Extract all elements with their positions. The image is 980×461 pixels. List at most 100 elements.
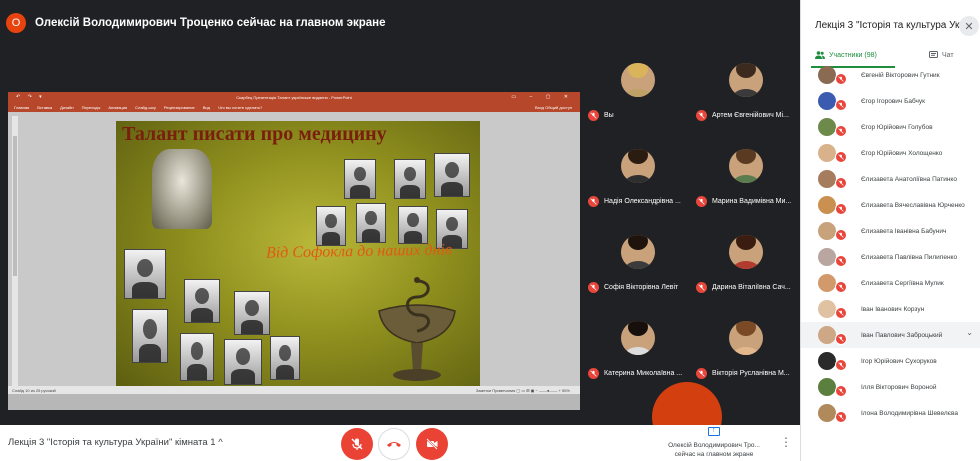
mic-toggle-button[interactable] xyxy=(341,428,373,460)
tab-participants[interactable]: Участники (98) xyxy=(815,47,877,63)
mic-off-icon xyxy=(835,99,847,111)
avatar xyxy=(818,66,836,84)
ppt-tell-me[interactable]: Что вы хотите сделать? xyxy=(218,105,262,110)
chevron-down-icon[interactable]: ⌄ xyxy=(966,328,973,337)
mic-off-icon xyxy=(696,281,707,293)
ppt-editor: Талант писати про медицину Від Софокла д… xyxy=(8,112,580,394)
meeting-stage: О Олексій Володимирович Троценко сейчас … xyxy=(0,0,800,452)
avatar xyxy=(818,92,836,110)
ppt-tab[interactable]: Анимация xyxy=(108,105,127,110)
avatar xyxy=(818,222,836,240)
meeting-details[interactable]: Лекція 3 "Історія та культура України" к… xyxy=(8,437,223,448)
avatar xyxy=(818,170,836,188)
mic-off-icon xyxy=(588,367,599,379)
participant-name: Єлизавета Павлівна Пилипенко xyxy=(861,253,958,261)
portrait-image xyxy=(394,159,426,199)
mic-off-icon xyxy=(588,281,599,293)
people-icon xyxy=(815,51,825,59)
list-item[interactable]: Ілля Вікторович Вороной xyxy=(801,374,980,400)
mic-off-icon xyxy=(835,177,847,189)
avatar xyxy=(729,235,763,269)
ppt-thumbnail-scrollbar[interactable] xyxy=(12,116,18,392)
participant-name: Вікторія Русланівна М... xyxy=(712,369,790,377)
avatar xyxy=(818,144,836,162)
more-options-icon[interactable]: ⋮ xyxy=(780,435,792,449)
ppt-status-right[interactable]: Заметки Примечания ▢ ▭ ⊞ ▣ − ——●—— + 55% xyxy=(476,388,570,393)
list-item[interactable]: Іван Іванович Корзун xyxy=(801,296,980,322)
avatar xyxy=(621,63,655,97)
mic-off-icon xyxy=(835,333,847,345)
presenter-title: Олексій Володимирович Троценко сейчас на… xyxy=(35,17,386,29)
participant-tile[interactable]: Артем Євгенійович Мі... xyxy=(696,57,796,123)
avatar xyxy=(818,404,836,422)
participant-name: Катерина Миколаївна ... xyxy=(604,369,683,377)
hangup-icon xyxy=(387,442,401,447)
list-item[interactable]: Єлизавета Павлівна Пилипенко xyxy=(801,244,980,270)
avatar xyxy=(621,235,655,269)
sophocles-bust-image xyxy=(152,149,212,229)
list-item[interactable]: Єлизавета Іванівна Бабунич xyxy=(801,218,980,244)
participant-name: Єгор Юрійович Холощенко xyxy=(861,149,943,157)
shared-screen: ↶ ↷ ▾ Скарбец Презентація Талант українс… xyxy=(8,92,580,410)
ppt-tab[interactable]: Главная xyxy=(14,105,29,110)
participant-tile[interactable]: Надія Олександрівна ... xyxy=(588,143,688,209)
list-item[interactable]: Єлизавета Вячеславівна Юрченко xyxy=(801,192,980,218)
participant-name: Артем Євгенійович Мі... xyxy=(712,111,789,119)
ppt-tab[interactable]: Рецензирование xyxy=(164,105,195,110)
ppt-window-controls[interactable]: ▭ – ▢ ✕ xyxy=(511,94,574,100)
avatar xyxy=(621,149,655,183)
list-item[interactable]: Єлизавета Анатоліївна Патинко xyxy=(801,166,980,192)
participant-tile[interactable]: Марина Вадимівна Ми... xyxy=(696,143,796,209)
participant-tile[interactable]: Вікторія Русланівна М... xyxy=(696,315,796,381)
participant-name: Євгеній Вікторович Гутник xyxy=(861,71,940,79)
portrait-image xyxy=(132,309,168,363)
ppt-tab[interactable]: Переходы xyxy=(82,105,101,110)
participant-tile[interactable]: Дарина Віталіївна Сач... xyxy=(696,229,796,295)
list-item[interactable]: Єгор Ігорович Бабчук xyxy=(801,88,980,114)
list-item[interactable]: Євгеній Вікторович Гутник xyxy=(801,62,980,88)
tab-chat[interactable]: Чат xyxy=(929,47,954,63)
ppt-tab[interactable]: Дизайн xyxy=(60,105,73,110)
camera-off-icon xyxy=(426,438,438,450)
ppt-tab[interactable]: Вид xyxy=(203,105,210,110)
participant-name: Єгор Юрійович Голубов xyxy=(861,123,933,131)
mic-off-icon xyxy=(835,385,847,397)
ppt-tab[interactable]: Слайд-шоу xyxy=(135,105,156,110)
portrait-image xyxy=(316,206,346,246)
ppt-ribbon: Главная Вставка Дизайн Переходы Анимация… xyxy=(8,103,580,112)
ppt-tab[interactable]: Вставка xyxy=(37,105,52,110)
mic-off-icon xyxy=(835,151,847,163)
ppt-share[interactable]: Вход Общий доступ xyxy=(535,105,572,110)
participant-tile[interactable]: Вы xyxy=(588,57,688,123)
participant-name: Єлизавета Вячеславівна Юрченко xyxy=(861,201,965,209)
portrait-image xyxy=(434,153,470,197)
list-item[interactable]: Ігор Юрійович Сухоруков xyxy=(801,348,980,374)
list-item[interactable]: Єгор Юрійович Холощенко xyxy=(801,140,980,166)
participant-name: Ілля Вікторович Вороной xyxy=(861,383,937,391)
mic-off-icon xyxy=(696,195,707,207)
list-item[interactable]: Єгор Юрійович Голубов xyxy=(801,114,980,140)
mic-off-icon xyxy=(588,195,599,207)
camera-toggle-button[interactable] xyxy=(416,428,448,460)
ppt-status-left: Слайд 10 из 25 русский xyxy=(12,387,56,393)
participant-name: Іван Павлович Заброцький xyxy=(861,331,943,339)
mic-off-icon xyxy=(835,229,847,241)
presenting-indicator[interactable]: ↑ Олексій Володимирович Тро... сейчас на… xyxy=(668,427,760,459)
ppt-quick-access-icons[interactable]: ↶ ↷ ▾ xyxy=(16,94,45,100)
mic-off-icon xyxy=(835,281,847,293)
avatar xyxy=(818,196,836,214)
mic-off-icon xyxy=(351,438,363,450)
participant-list[interactable]: Євгеній Вікторович Гутник Єгор Ігорович … xyxy=(801,62,980,461)
close-icon[interactable]: ✕ xyxy=(959,16,979,36)
participant-tile[interactable]: Софія Вікторівна Левіт xyxy=(588,229,688,295)
portrait-image xyxy=(270,336,300,380)
participant-tile[interactable]: Катерина Миколаївна ... xyxy=(588,315,688,381)
list-item[interactable]: Єлизавета Сергіївна Мулик xyxy=(801,270,980,296)
list-item[interactable]: Іван Павлович Заброцький ⌄ xyxy=(801,322,980,348)
end-call-button[interactable] xyxy=(378,428,410,460)
panel-title: Лекція 3 "Історія та культура Ук... xyxy=(815,20,968,31)
presenting-line-2: сейчас на главном экране xyxy=(674,451,754,458)
list-item[interactable]: Ілона Володимирівна Шевелєва xyxy=(801,400,980,426)
present-screen-icon: ↑ xyxy=(708,427,720,436)
participant-name: Єлизавета Анатоліївна Патинко xyxy=(861,175,957,183)
